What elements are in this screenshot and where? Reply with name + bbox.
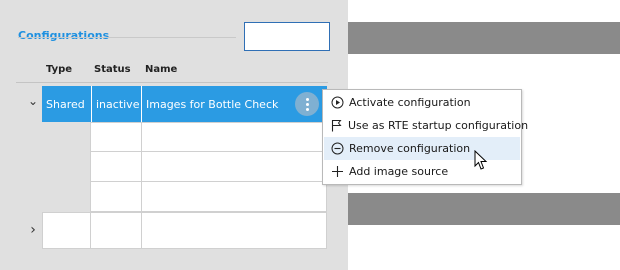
table-row-cell[interactable] bbox=[90, 212, 142, 249]
column-header-status[interactable]: Status bbox=[94, 64, 131, 75]
context-menu: Activate configuration Use as RTE startu… bbox=[322, 89, 528, 185]
menu-item-add-image-source[interactable]: Add image source bbox=[324, 160, 520, 183]
chevron-down-icon: ⌄ bbox=[27, 94, 39, 108]
expand-row-toggle[interactable]: ⌄ bbox=[26, 94, 40, 110]
row-type-cell: Shared bbox=[46, 97, 85, 111]
menu-item-label: Remove configuration bbox=[349, 142, 471, 155]
menu-item-label: Activate configuration bbox=[349, 96, 471, 109]
child-row-cell bbox=[141, 151, 327, 182]
preview-band-bottom bbox=[348, 193, 620, 225]
column-header-name[interactable]: Name bbox=[145, 64, 177, 75]
header-divider bbox=[16, 82, 328, 83]
menu-item-use-as-rte-startup[interactable]: Use as RTE startup configuration bbox=[324, 114, 528, 137]
child-row-cell bbox=[90, 151, 142, 182]
filter-input[interactable] bbox=[244, 22, 330, 51]
mouse-pointer-icon bbox=[474, 149, 488, 172]
child-row-cell bbox=[90, 181, 142, 212]
chevron-right-icon: › bbox=[30, 222, 36, 238]
flag-icon bbox=[330, 119, 343, 133]
minus-circle-icon bbox=[330, 142, 344, 156]
table-row-cell[interactable] bbox=[141, 212, 327, 249]
column-header-type[interactable]: Type bbox=[46, 64, 72, 75]
more-vertical-icon-dot bbox=[305, 97, 309, 101]
child-row-cell bbox=[90, 122, 142, 152]
more-vertical-icon-dot bbox=[305, 102, 309, 106]
menu-item-remove-configuration[interactable]: Remove configuration bbox=[324, 137, 520, 160]
row-name-cell: Images for Bottle Check bbox=[146, 97, 279, 111]
configurations-panel: Configurations Type Status Name ⌄ Shared… bbox=[0, 0, 348, 270]
more-vertical-icon-dot bbox=[305, 107, 309, 111]
preview-band-top bbox=[348, 22, 620, 54]
table-row-selected[interactable]: Shared inactive Images for Bottle Check bbox=[42, 86, 327, 122]
table-row-cell[interactable] bbox=[42, 212, 91, 249]
child-row-cell bbox=[141, 181, 327, 212]
title-divider bbox=[18, 37, 236, 38]
play-circle-icon bbox=[330, 96, 344, 110]
section-title: Configurations bbox=[18, 29, 110, 42]
more-options-button[interactable] bbox=[295, 92, 319, 116]
child-row-cell bbox=[141, 122, 327, 152]
row-status-cell: inactive bbox=[96, 97, 140, 111]
menu-item-label: Use as RTE startup configuration bbox=[348, 119, 529, 132]
expand-row-toggle-collapsed[interactable]: › bbox=[26, 222, 40, 238]
menu-item-activate-configuration[interactable]: Activate configuration bbox=[324, 91, 520, 114]
plus-icon bbox=[330, 165, 344, 179]
menu-item-label: Add image source bbox=[349, 165, 449, 178]
